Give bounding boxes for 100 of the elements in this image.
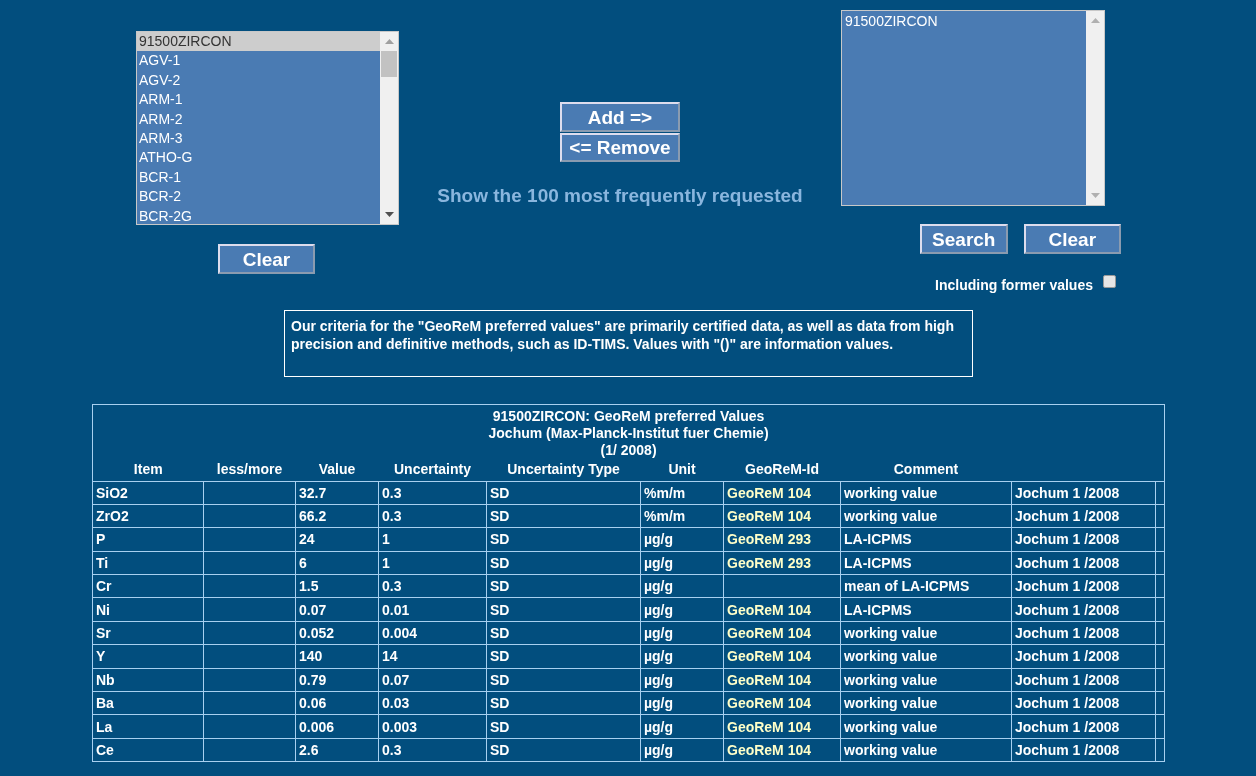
table-cell: 0.052	[295, 621, 379, 645]
column-header: Value	[318, 461, 356, 478]
scrollbar[interactable]	[1086, 11, 1104, 205]
table-cell: 1	[378, 551, 487, 575]
list-option[interactable]: ATHO-G	[137, 148, 380, 168]
table-title: Jochum (Max-Planck-Institut fuer Chemie)	[487, 425, 770, 442]
table-cell: Ti	[92, 551, 204, 575]
list-option[interactable]: AGV-1	[137, 51, 380, 71]
list-option[interactable]: BCR-1	[137, 167, 380, 188]
remove-button[interactable]: <= Remove	[560, 133, 680, 162]
table-cell: %m/m	[640, 481, 724, 505]
table-cell: 0.004	[378, 621, 487, 645]
column-header: Uncertainty Type	[507, 461, 620, 478]
table-cell: working value	[840, 738, 1012, 762]
list-option[interactable]: ARM-2	[137, 109, 380, 129]
column-header: Item	[133, 461, 163, 478]
table-cell: 0.3	[378, 481, 487, 505]
table-cell: LA-ICPMS	[840, 551, 1012, 575]
table-cell: 6	[295, 551, 379, 575]
table-cell: Jochum 1 /2008	[1011, 644, 1156, 669]
column-header: less/more	[216, 461, 283, 478]
clear-button[interactable]: Clear	[1023, 224, 1121, 254]
table-cell: µg/g	[640, 574, 724, 598]
scrollbar[interactable]	[380, 32, 398, 224]
table-cell: 0.07	[295, 597, 379, 622]
column-header: GeoReM-Id	[745, 461, 819, 478]
table-cell: µg/g	[640, 668, 724, 692]
table-cell: SD	[486, 621, 641, 645]
table-cell: 1.5	[295, 574, 379, 598]
scroll-up-icon[interactable]	[385, 39, 394, 44]
list-option[interactable]: BCR-2G	[137, 206, 380, 226]
criteria-note: Our criteria for the "GeoReM preferred values" are primarily certified data, as well as data from high precision and definitive methods, such as ID-TIMS. Values with "()" are information values.	[284, 310, 973, 377]
table-cell: ZrO2	[92, 504, 204, 528]
table-cell: Jochum 1 /2008	[1011, 551, 1156, 575]
column-header: Uncertainty	[394, 461, 471, 478]
scroll-up-icon[interactable]	[1091, 18, 1100, 23]
table-cell: 32.7	[295, 481, 379, 505]
table-cell: µg/g	[640, 621, 724, 645]
table-cell: SD	[486, 644, 641, 669]
table-cell: SD	[486, 481, 641, 505]
table-cell: working value	[840, 644, 1012, 669]
table-cell: Ni	[92, 597, 204, 622]
table-cell: 0.3	[378, 504, 487, 528]
list-option[interactable]: ARM-1	[137, 90, 380, 110]
table-cell: Cr	[92, 574, 204, 598]
frequent-link[interactable]: Show the 100 most frequently requested	[437, 182, 803, 211]
table-cell: mean of LA-ICPMS	[840, 574, 1012, 598]
table-cell: 0.003	[378, 714, 487, 739]
scroll-down-icon[interactable]	[385, 212, 394, 217]
table-cell: Jochum 1 /2008	[1011, 738, 1156, 762]
table-cell: SD	[486, 691, 641, 715]
table-cell: Jochum 1 /2008	[1011, 481, 1156, 505]
list-option[interactable]: 91500ZIRCON	[842, 11, 1086, 31]
list-option[interactable]: AGV-2	[137, 70, 380, 91]
table-cell: Jochum 1 /2008	[1011, 621, 1156, 645]
list-option[interactable]: BCR-2	[137, 187, 380, 207]
table-cell: working value	[840, 691, 1012, 715]
table-cell: 1	[378, 527, 487, 552]
table-cell: SD	[486, 527, 641, 552]
table-cell: 66.2	[295, 504, 379, 528]
table-cell: La	[92, 714, 204, 739]
table-cell: Y	[92, 644, 204, 669]
table-cell: 0.06	[295, 691, 379, 715]
table-cell: Jochum 1 /2008	[1011, 527, 1156, 552]
clear-button[interactable]: Clear	[218, 244, 315, 274]
table-cell: 2.6	[295, 738, 379, 762]
table-cell: 140	[295, 644, 379, 669]
table-cell: SD	[486, 574, 641, 598]
list-option[interactable]: ARM-3	[137, 128, 380, 149]
table-cell: LA-ICPMS	[840, 527, 1012, 552]
table-cell: Jochum 1 /2008	[1011, 691, 1156, 715]
table-cell: Jochum 1 /2008	[1011, 574, 1156, 598]
list-option[interactable]: 91500ZIRCON	[137, 32, 380, 52]
table-cell: µg/g	[640, 527, 724, 552]
scrollbar-thumb[interactable]	[381, 51, 397, 77]
checkbox-label: Including former values	[935, 276, 1093, 295]
table-cell: Jochum 1 /2008	[1011, 504, 1156, 528]
table-cell: µg/g	[640, 714, 724, 739]
table-cell: 0.03	[378, 691, 487, 715]
former-values-checkbox[interactable]	[1103, 275, 1116, 288]
table-cell: 0.006	[295, 714, 379, 739]
table-cell: working value	[840, 621, 1012, 645]
table-cell: Ba	[92, 691, 204, 715]
table-cell: Jochum 1 /2008	[1011, 597, 1156, 622]
table-cell: 0.07	[378, 668, 487, 692]
table-cell: working value	[840, 481, 1012, 505]
table-title: (1/ 2008)	[599, 442, 658, 459]
table-cell: SD	[486, 668, 641, 692]
search-button[interactable]: Search	[920, 224, 1008, 254]
table-cell: 14	[378, 644, 487, 669]
sample-listbox[interactable]: 91500ZIRCON AGV-1 AGV-2 ARM-1 ARM-2 ARM-3 ATHO-G BCR-1 BCR-2 BCR-2G	[136, 31, 399, 225]
table-cell: Jochum 1 /2008	[1011, 668, 1156, 692]
table-cell: 0.3	[378, 738, 487, 762]
table-cell: µg/g	[640, 597, 724, 622]
selected-listbox[interactable]: 91500ZIRCON	[841, 10, 1105, 206]
table-cell: Ce	[92, 738, 204, 762]
table-cell: LA-ICPMS	[840, 597, 1012, 622]
table-cell: P	[92, 527, 204, 552]
add-button[interactable]: Add =>	[560, 102, 680, 132]
table-cell: %m/m	[640, 504, 724, 528]
